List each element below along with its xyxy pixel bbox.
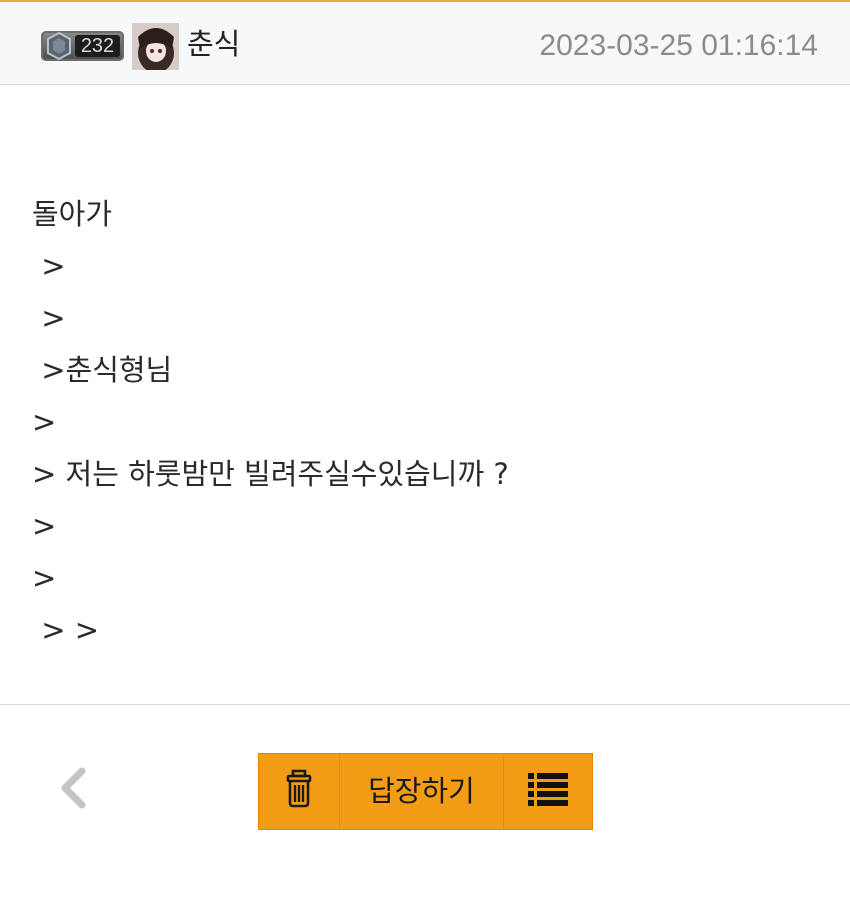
level-emblem-icon xyxy=(44,31,74,61)
level-number: 232 xyxy=(75,35,120,57)
message-line: > xyxy=(32,249,66,283)
content-divider xyxy=(0,704,850,705)
message-header: 232 춘식 2023-03-25 01:16:14 xyxy=(0,2,850,85)
list-button[interactable] xyxy=(504,754,592,829)
message-date: 2023-03-25 01:16:14 xyxy=(539,29,818,62)
delete-button[interactable] xyxy=(259,754,339,829)
list-icon xyxy=(528,773,568,806)
message-view: 232 춘식 2023-03-25 01:16:14 돌아가 > > >춘식형님… xyxy=(0,0,850,905)
message-line: > xyxy=(32,509,57,543)
username[interactable]: 춘식 xyxy=(187,26,240,62)
message-line: > xyxy=(32,301,66,335)
message-line: 돌아가 xyxy=(32,197,113,231)
message-line: > > xyxy=(32,613,100,647)
avatar[interactable] xyxy=(132,23,179,70)
reply-button[interactable]: 답장하기 xyxy=(340,754,503,829)
message-line: >춘식형님 xyxy=(32,353,173,387)
chevron-left-icon[interactable] xyxy=(55,766,91,810)
message-body: 돌아가 > > >춘식형님 > > 저는 하룻밤만 빌려주실수있습니까 ? > … xyxy=(32,188,822,656)
action-button-group: 답장하기 xyxy=(258,753,593,830)
message-line: > 저는 하룻밤만 빌려주실수있습니까 ? xyxy=(32,457,509,491)
message-line: > xyxy=(32,561,57,595)
message-line: > xyxy=(32,405,57,439)
trash-icon xyxy=(286,769,312,808)
